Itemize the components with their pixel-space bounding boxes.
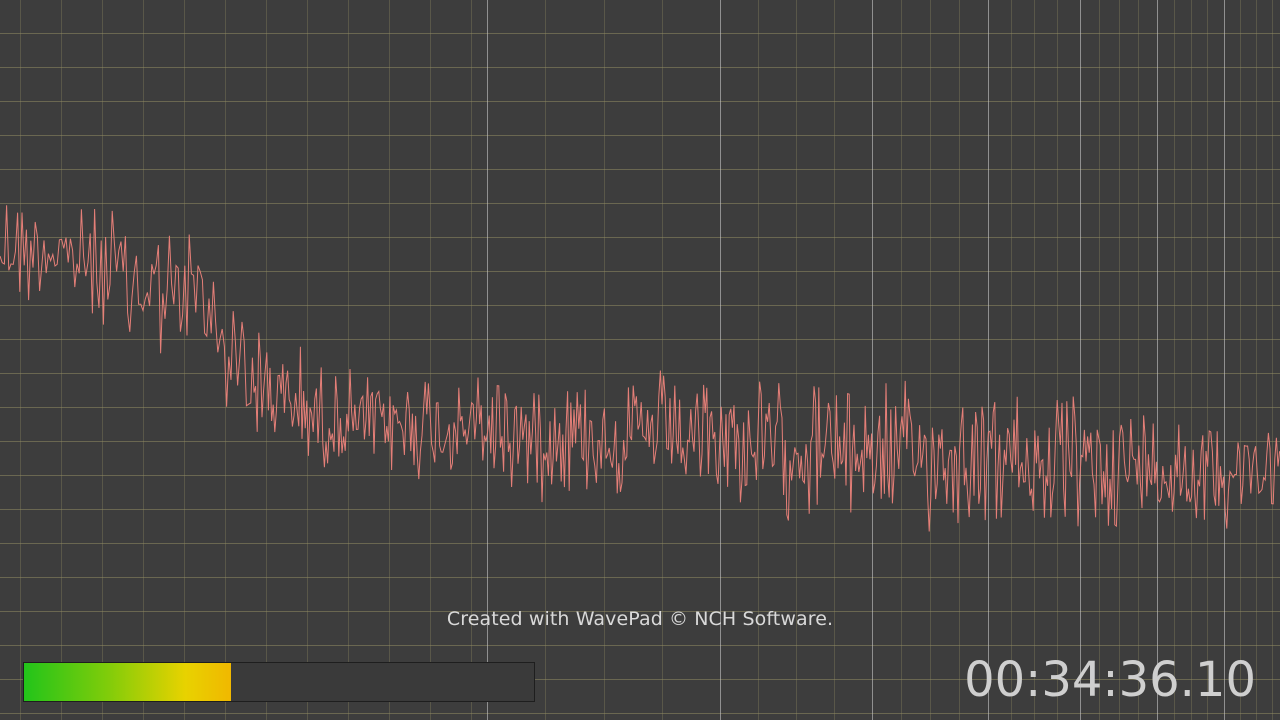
frequency-trace [0,205,1280,532]
spectrum-view: Created with WavePad © NCH Software. 00:… [0,0,1280,720]
timecode-display: 00:34:36.10 [964,652,1256,708]
level-meter [23,662,535,702]
watermark-text: Created with WavePad © NCH Software. [446,608,834,630]
level-meter-fill [24,663,231,701]
